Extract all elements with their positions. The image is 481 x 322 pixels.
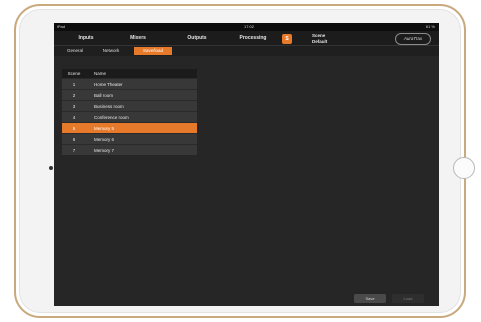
scene-label: Scene (312, 33, 326, 38)
save-button[interactable]: Save (354, 294, 386, 303)
table-row[interactable]: 1 Home Theater (62, 78, 197, 89)
tab-save-load[interactable]: Save/load (134, 47, 172, 55)
status-time: 17:02 (244, 24, 255, 29)
nav-inputs[interactable]: Inputs (64, 31, 108, 46)
table-row[interactable]: 2 Ball room (62, 89, 197, 100)
load-button[interactable]: Load (392, 294, 424, 303)
column-header-scene: Scene (67, 71, 81, 76)
home-button[interactable] (453, 157, 475, 179)
nav-outputs[interactable]: Outputs (170, 31, 224, 46)
column-header-name: Name (94, 71, 107, 76)
nav-mixers[interactable]: Mixers (114, 31, 162, 46)
table-header: Scene Name (62, 69, 197, 78)
table-row[interactable]: 3 Business room (62, 100, 197, 111)
status-battery: 61 % (425, 24, 435, 29)
table-row[interactable]: 4 Conference room (62, 111, 197, 122)
brand-logo: AuraTrax (395, 33, 431, 45)
nav-processing[interactable]: Processing (228, 31, 278, 46)
tab-general[interactable]: General (60, 47, 90, 55)
scene-indicator[interactable]: Scene Default (312, 33, 327, 44)
table-row[interactable]: 7 Memory 7 (62, 144, 197, 155)
front-camera (49, 166, 53, 170)
scene-number: 7 (72, 148, 76, 153)
scene-name: Default (312, 38, 328, 44)
status-bar: iPad 17:02 61 % (54, 23, 439, 31)
app-screen: iPad 17:02 61 % Inputs Mixers Outputs Pr… (54, 23, 439, 306)
main-nav: Inputs Mixers Outputs Processing S Scene… (54, 31, 439, 46)
scene-table: Scene Name 1 Home Theater 2 Ball room 3 … (62, 69, 197, 155)
status-device: iPad (57, 24, 66, 29)
table-row[interactable]: 6 Memory 6 (62, 133, 197, 144)
sub-tabs: General Network Save/load (54, 46, 439, 56)
tab-network[interactable]: Network (94, 47, 128, 55)
scene-name-cell: Memory 7 (94, 148, 115, 153)
table-row-selected[interactable]: 5 Memory 5 (62, 122, 197, 133)
scene-badge[interactable]: S (282, 34, 292, 44)
